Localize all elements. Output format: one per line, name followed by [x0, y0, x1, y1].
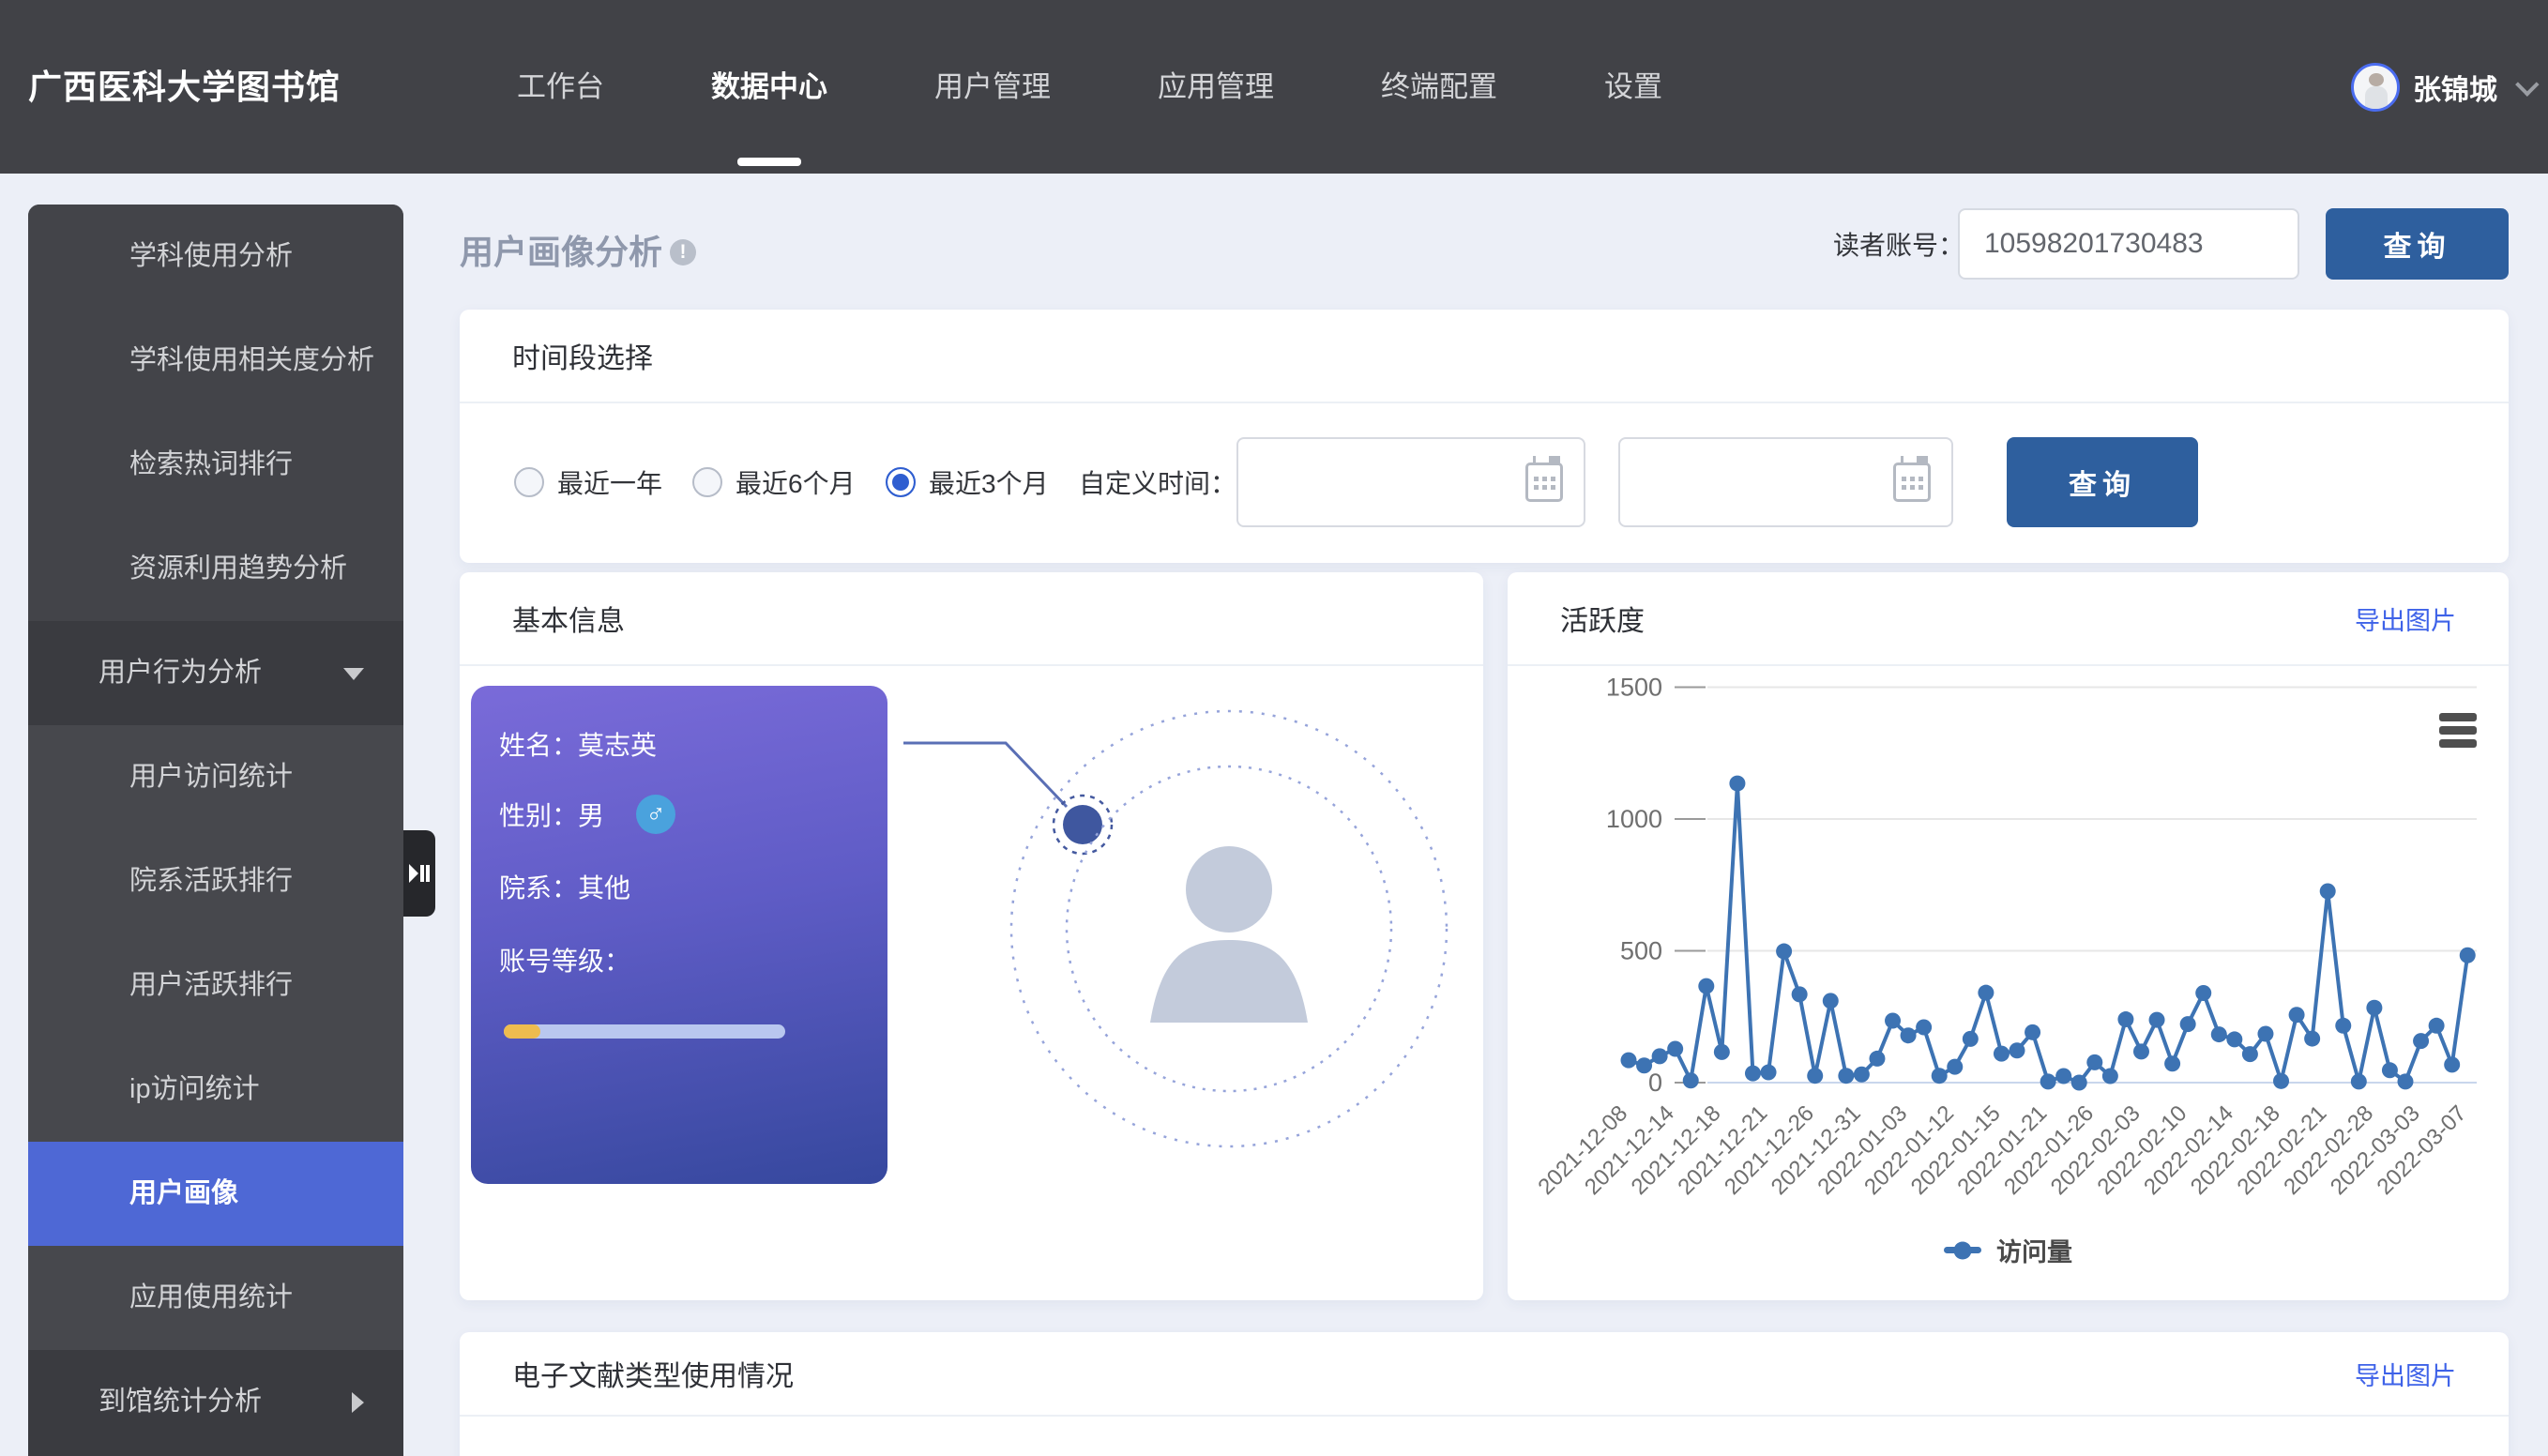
reader-query-button[interactable]: 查询 [2326, 208, 2509, 280]
page-title: 用户画像分析! [460, 225, 696, 274]
sidebar: 学科使用分析 学科使用相关度分析 检索热词排行 资源利用趋势分析 用户行为分析 … [28, 205, 403, 1456]
sidebar-item-user-visit-stats[interactable]: 用户访问统计 [28, 725, 403, 829]
chart-legend[interactable]: 访问量 [1508, 1232, 2509, 1268]
main-nav-menu: 工作台 数据中心 用户管理 应用管理 终端配置 设置 [517, 0, 1662, 174]
nav-item-settings[interactable]: 设置 [1604, 0, 1662, 174]
legend-line-dot-marker [1944, 1247, 1981, 1253]
chevron-down-icon [343, 668, 364, 680]
chart-context-menu-icon[interactable] [2439, 713, 2477, 752]
time-card-title: 时间段选择 [512, 335, 653, 376]
collapse-icon [409, 861, 430, 886]
reader-account-input[interactable] [1958, 208, 2299, 280]
sidebar-item-user-activity-rank[interactable]: 用户活跃排行 [28, 933, 403, 1038]
basic-info-card: 基本信息 姓名：莫志英 性别：男 ♂ 院系：其他 [460, 572, 1483, 1300]
info-icon[interactable]: ! [670, 239, 696, 265]
user-name: 张锦城 [2413, 67, 2497, 108]
top-navbar: 广西医科大学图书馆 工作台 数据中心 用户管理 应用管理 终端配置 设置 张锦城 [0, 0, 2548, 174]
radio-circle [886, 467, 916, 497]
app-logo-title: 广西医科大学图书馆 [28, 0, 341, 174]
time-query-button[interactable]: 查询 [2007, 437, 2198, 527]
chevron-right-icon [352, 1392, 364, 1413]
sidebar-group-user-behavior[interactable]: 用户行为分析 [28, 621, 403, 725]
profile-level-row: 账号等级： [499, 941, 630, 978]
nav-item-workbench[interactable]: 工作台 [517, 0, 604, 174]
active-tab-underline [737, 158, 801, 166]
sidebar-item-resource-trend[interactable]: 资源利用趋势分析 [28, 517, 403, 621]
avatar-head [1186, 846, 1272, 933]
svg-text:1000: 1000 [1606, 805, 1662, 833]
nav-item-user-management[interactable]: 用户管理 [934, 0, 1051, 174]
calendar-icon [1893, 463, 1931, 502]
nav-item-terminal-config[interactable]: 终端配置 [1381, 0, 1497, 174]
account-level-progress [504, 1024, 785, 1039]
radio-circle [514, 467, 544, 497]
sidebar-group-visit-stats[interactable]: 到馆统计分析 [28, 1350, 403, 1454]
sidebar-item-subject-usage[interactable]: 学科使用分析 [28, 205, 403, 309]
docs-usage-card: 电子文献类型使用情况 导出图片 [460, 1332, 2509, 1456]
start-date-input[interactable] [1236, 437, 1585, 527]
sidebar-item-hot-search[interactable]: 检索热词排行 [28, 413, 403, 517]
docs-card-title: 电子文献类型使用情况 [512, 1353, 794, 1394]
activity-export-link[interactable]: 导出图片 [2355, 600, 2456, 637]
sidebar-item-app-usage-stats[interactable]: 应用使用统计 [28, 1246, 403, 1350]
end-date-input[interactable] [1618, 437, 1953, 527]
profile-faculty-row: 院系：其他 [499, 868, 630, 905]
activity-card: 活跃度 导出图片 1500100050002021-12-082021-12-1… [1508, 572, 2509, 1300]
sidebar-item-ip-stats[interactable]: ip访问统计 [28, 1038, 403, 1142]
radio-circle [692, 467, 722, 497]
legend-label: 访问量 [1996, 1232, 2072, 1268]
user-menu[interactable]: 张锦城 [2351, 0, 2533, 174]
calendar-icon [1525, 463, 1563, 502]
time-range-card: 时间段选择 最近一年 最近6个月 最近3个月 自定义时间： 查询 [460, 310, 2509, 563]
basic-card-title: 基本信息 [512, 598, 625, 639]
radio-last-3-months[interactable]: 最近3个月 [886, 463, 1049, 501]
male-icon: ♂ [636, 795, 675, 834]
nav-item-data-center[interactable]: 数据中心 [711, 0, 827, 174]
activity-card-title: 活跃度 [1560, 598, 1645, 639]
sidebar-item-faculty-activity-rank[interactable]: 院系活跃排行 [28, 829, 403, 933]
account-level-progress-fill [504, 1024, 540, 1039]
docs-export-link[interactable]: 导出图片 [2355, 1356, 2456, 1392]
connector-node [1063, 805, 1102, 844]
radio-last-year[interactable]: 最近一年 [514, 463, 662, 501]
custom-time-label: 自定义时间： [1079, 463, 1236, 501]
chevron-down-icon [2515, 72, 2539, 96]
nav-item-app-management[interactable]: 应用管理 [1158, 0, 1274, 174]
profile-summary-card: 姓名：莫志英 性别：男 ♂ 院系：其他 账号等级： [471, 686, 887, 1184]
sidebar-item-subject-correlation[interactable]: 学科使用相关度分析 [28, 309, 403, 413]
user-avatar [2351, 63, 2400, 112]
svg-text:0: 0 [1648, 1069, 1662, 1097]
sidebar-collapse-handle[interactable] [403, 830, 435, 917]
activity-line-chart: 1500100050002021-12-082021-12-142021-12-… [1508, 666, 2509, 1300]
svg-text:1500: 1500 [1606, 674, 1662, 702]
profile-gender-row: 性别：男 ♂ [499, 795, 675, 834]
profile-name-row: 姓名：莫志英 [499, 725, 657, 763]
sidebar-item-user-portrait[interactable]: 用户画像 [28, 1142, 403, 1246]
radio-last-6-months[interactable]: 最近6个月 [692, 463, 856, 501]
svg-text:500: 500 [1620, 937, 1662, 965]
reader-account-label: 读者账号： [1833, 225, 1964, 263]
